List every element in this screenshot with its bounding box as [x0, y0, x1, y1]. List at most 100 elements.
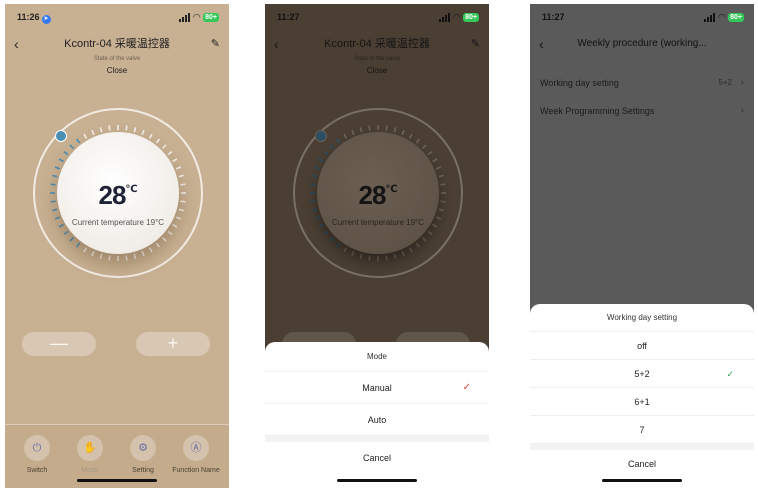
dial-tick: [108, 125, 111, 131]
dial-tick: [415, 138, 421, 144]
page-title: Kcontr-04 采暖温控器: [64, 38, 170, 50]
dial-tick: [329, 236, 335, 242]
dial-tick: [335, 138, 341, 144]
cellular-signal-icon: [704, 13, 716, 22]
mode-action-sheet: Mode Manual ✓ Auto Cancel: [265, 342, 489, 488]
dial-knob[interactable]: [55, 130, 67, 142]
wifi-icon: ◠: [718, 12, 726, 22]
dial-tick: [155, 138, 161, 144]
home-indicator: [77, 479, 157, 482]
chevron-right-icon: ›: [740, 105, 744, 116]
nav-bar: ‹ Kcontr-04 采暖温控器 ✎: [5, 34, 229, 54]
current-temperature: Current temperature 19°C: [331, 218, 425, 227]
dial-tick: [133, 127, 137, 133]
checkmark-icon: ✓: [462, 382, 471, 393]
cancel-button[interactable]: Cancel: [530, 450, 754, 478]
thermostat-screen: 11:26 ➤ ◠ 80+ ‹ Kcontr-04 采暖温控器 ✎ State o…: [5, 4, 229, 488]
dial-tick: [427, 230, 433, 236]
dial-tick: [161, 144, 167, 150]
dial-tick: [351, 250, 355, 257]
option-7[interactable]: 7: [530, 416, 754, 444]
option-6-1[interactable]: 6+1: [530, 388, 754, 416]
dial-tick: [148, 133, 153, 139]
tab-bar: ⏻ Switch ✋ Mode ⚙ Setting Ⓐ Function Nam…: [5, 424, 229, 488]
dial-tick: [343, 133, 348, 139]
dial-tick: [421, 236, 427, 242]
dial-tick: [318, 158, 324, 163]
row-week-programming-settings[interactable]: Week Programming Settings ›: [540, 105, 744, 122]
dial-tick: [180, 200, 186, 203]
option-off[interactable]: off: [530, 332, 754, 360]
dial-tick: [83, 247, 88, 253]
dial-tick: [393, 127, 397, 133]
increase-button[interactable]: +: [136, 332, 210, 356]
dial-tick: [351, 129, 355, 136]
sheet-title: Mode: [265, 342, 489, 372]
a-circle-icon: Ⓐ: [183, 435, 209, 461]
back-icon[interactable]: ‹: [539, 34, 544, 54]
edit-icon[interactable]: ✎: [471, 34, 480, 54]
dial-tick: [393, 253, 397, 259]
option-auto[interactable]: Auto: [265, 404, 489, 436]
sheet-title: Working day setting: [530, 304, 754, 332]
dial-tick: [329, 144, 335, 150]
dial-tick: [125, 125, 128, 131]
dial-tick: [178, 208, 184, 212]
mode-sheet-screen: 11:27 ◠ 80+ ‹ Kcontr-04 采暖温控器 ✎ State of…: [265, 4, 489, 488]
dial-tick: [125, 255, 128, 261]
dial-tick: [408, 133, 413, 139]
option-5-2[interactable]: 5+2 ✓: [530, 360, 754, 388]
dial-tick: [175, 166, 182, 170]
home-indicator: [602, 479, 682, 482]
dial-tick: [99, 253, 103, 259]
dial-tick: [415, 242, 421, 248]
tab-mode[interactable]: ✋ Mode: [64, 435, 116, 474]
wifi-icon: ◠: [193, 12, 201, 22]
tab-switch[interactable]: ⏻ Switch: [11, 435, 63, 474]
dial-tick: [335, 242, 341, 248]
temperature-dial: 28℃ Current temperature 19°C: [293, 108, 463, 278]
dial-tick: [63, 150, 69, 156]
tab-function-name[interactable]: Ⓐ Function Name: [170, 435, 222, 474]
status-time: 11:26 ➤: [17, 12, 51, 24]
set-temperature: 28℃: [358, 180, 398, 210]
weekly-procedure-screen: 11:27 ◠ 80+ ‹ Weekly procedure (working.…: [530, 4, 754, 488]
decrease-button[interactable]: —: [22, 332, 96, 356]
dial-tick: [75, 242, 81, 248]
home-indicator: [337, 479, 417, 482]
power-icon: ⏻: [24, 435, 50, 461]
back-icon[interactable]: ‹: [14, 34, 19, 54]
dial-face: 28℃ Current temperature 19°C: [57, 132, 179, 254]
dial-tick: [310, 183, 316, 186]
dial-tick: [50, 200, 56, 203]
dial-knob: [315, 130, 327, 142]
valve-state-value: Close: [366, 66, 388, 75]
dial-tick: [314, 166, 321, 170]
temperature-dial[interactable]: 28℃ Current temperature 19°C: [33, 108, 203, 278]
dial-tick: [435, 166, 442, 170]
back-icon[interactable]: ‹: [274, 34, 279, 54]
dial-tick: [440, 183, 446, 186]
dial-tick: [172, 158, 178, 163]
dial-tick: [83, 133, 88, 139]
row-working-day-setting[interactable]: Working day setting 5+2 ›: [540, 77, 744, 94]
cancel-button[interactable]: Cancel: [265, 442, 489, 474]
dial-tick: [427, 150, 433, 156]
dial-tick: [50, 183, 56, 186]
dial-tick: [359, 253, 363, 259]
tab-setting[interactable]: ⚙ Setting: [117, 435, 169, 474]
dial-tick: [310, 200, 316, 203]
edit-icon[interactable]: ✎: [211, 34, 220, 54]
dial-tick: [91, 129, 95, 136]
dial-tick: [167, 230, 173, 236]
status-bar: 11:26 ➤ ◠ 80+: [5, 11, 229, 25]
battery-icon: 80+: [203, 13, 219, 22]
dial-tick: [141, 129, 145, 136]
dial-tick: [99, 127, 103, 133]
valve-state-label: State of the valve: [93, 56, 141, 62]
option-manual[interactable]: Manual ✓: [265, 372, 489, 404]
dial-tick: [148, 247, 153, 253]
dial-tick: [385, 255, 388, 261]
dial-tick: [161, 236, 167, 242]
valve-state-label: State of the valve: [353, 56, 401, 62]
